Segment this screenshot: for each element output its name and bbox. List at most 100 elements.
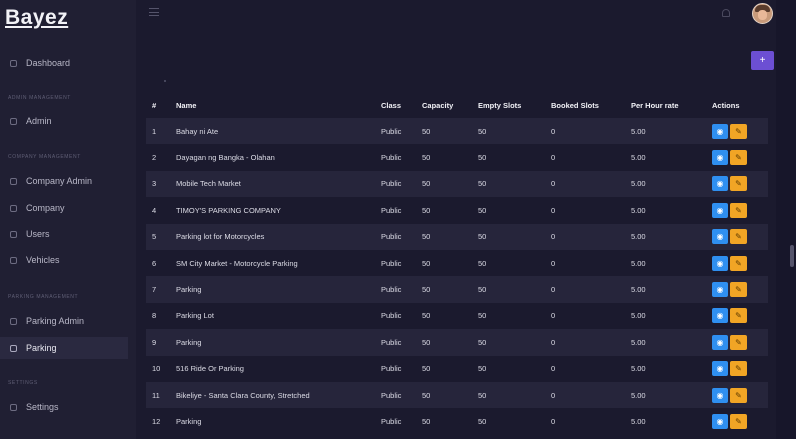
sidebar-item-admin[interactable]: Admin bbox=[0, 110, 128, 132]
eye-icon: ◉ bbox=[716, 285, 724, 295]
avatar-face bbox=[758, 10, 767, 20]
bell-icon[interactable] bbox=[722, 9, 730, 17]
sidebar-item-label: Company Admin bbox=[26, 176, 93, 186]
cell-capacity: 50 bbox=[422, 153, 431, 163]
user-avatar[interactable] bbox=[752, 3, 773, 24]
sidebar-item-settings[interactable]: Settings bbox=[0, 396, 128, 418]
pencil-icon: ✎ bbox=[735, 285, 742, 295]
cell-empty-slots: 50 bbox=[478, 337, 487, 347]
column-header-booked-slots[interactable]: Booked Slots bbox=[551, 101, 631, 110]
view-button[interactable]: ◉ bbox=[712, 202, 728, 218]
edit-button[interactable]: ✎ bbox=[730, 282, 747, 298]
cell-rate: 5.00 bbox=[631, 258, 646, 268]
cell-number: 3 bbox=[152, 179, 157, 189]
brand-logo[interactable]: Bayez bbox=[5, 6, 68, 30]
sidebar-item-label: Vehicles bbox=[26, 255, 60, 265]
table-row: 7 Parking Public 50 50 0 5.00 ◉ ✎ bbox=[146, 276, 768, 303]
cell-empty-slots: 50 bbox=[478, 126, 487, 136]
cell-empty-slots: 50 bbox=[478, 390, 487, 400]
cell-class: Public bbox=[381, 126, 402, 136]
edit-button[interactable]: ✎ bbox=[730, 361, 747, 377]
hamburger-icon[interactable] bbox=[149, 8, 159, 16]
cell-class: Public bbox=[381, 390, 402, 400]
view-button[interactable]: ◉ bbox=[712, 150, 728, 166]
pencil-icon: ✎ bbox=[735, 153, 742, 163]
pencil-icon: ✎ bbox=[735, 390, 742, 400]
cell-rate: 5.00 bbox=[631, 337, 646, 347]
cell-rate: 5.00 bbox=[631, 205, 646, 215]
scrollbar-track[interactable] bbox=[776, 0, 796, 439]
edit-button[interactable]: ✎ bbox=[730, 123, 747, 139]
cell-empty-slots: 50 bbox=[478, 258, 487, 268]
view-button[interactable]: ◉ bbox=[712, 229, 728, 245]
edit-button[interactable]: ✎ bbox=[730, 308, 747, 324]
edit-button[interactable]: ✎ bbox=[730, 229, 747, 245]
table-row: 10 516 Ride Or Parking Public 50 50 0 5.00 ◉ ✎ bbox=[146, 356, 768, 382]
edit-button[interactable]: ✎ bbox=[730, 255, 747, 271]
view-button[interactable]: ◉ bbox=[712, 176, 728, 192]
view-button[interactable]: ◉ bbox=[712, 255, 728, 271]
cell-actions: ◉ ✎ bbox=[712, 229, 768, 245]
cell-empty-slots: 50 bbox=[478, 311, 487, 321]
column-header-empty-slots[interactable]: Empty Slots bbox=[478, 101, 551, 110]
pencil-icon: ✎ bbox=[735, 205, 742, 215]
view-button[interactable]: ◉ bbox=[712, 387, 728, 403]
sidebar-item-company-admin[interactable]: Company Admin bbox=[0, 170, 128, 192]
column-header-capacity[interactable]: Capacity bbox=[422, 101, 478, 110]
table-row: 11 Bikeliye - Santa Clara County, Stretch… bbox=[146, 381, 768, 409]
column-header-class[interactable]: Class bbox=[381, 101, 422, 110]
view-button[interactable]: ◉ bbox=[712, 308, 728, 324]
sidebar-heading-company: Company Management bbox=[8, 154, 81, 160]
column-header-rate[interactable]: Per Hour rate bbox=[631, 101, 712, 110]
sidebar-heading-admin: Admin Management bbox=[8, 95, 71, 101]
scrollbar-thumb[interactable] bbox=[790, 245, 794, 267]
column-header-number[interactable]: # bbox=[146, 101, 176, 110]
view-button[interactable]: ◉ bbox=[712, 282, 728, 298]
pencil-icon: ✎ bbox=[735, 179, 742, 189]
sidebar-item-parking[interactable]: Parking bbox=[0, 337, 128, 359]
view-button[interactable]: ◉ bbox=[712, 361, 728, 377]
cell-class: Public bbox=[381, 285, 402, 295]
view-button[interactable]: ◉ bbox=[712, 413, 728, 429]
cell-empty-slots: 50 bbox=[478, 285, 487, 295]
cell-name: Bikeliye - Santa Clara County, Stretched bbox=[176, 390, 310, 400]
cell-rate: 5.00 bbox=[631, 311, 646, 321]
cell-name: Parking lot for Motorcycles bbox=[176, 232, 265, 242]
sidebar-item-parking-admin[interactable]: Parking Admin bbox=[0, 310, 128, 332]
sidebar-item-company[interactable]: Company bbox=[0, 197, 128, 219]
edit-button[interactable]: ✎ bbox=[730, 176, 747, 192]
add-parking-button[interactable]: + bbox=[751, 51, 774, 70]
column-header-name[interactable]: Name bbox=[176, 101, 381, 110]
cell-number: 2 bbox=[152, 153, 157, 163]
sidebar-item-users[interactable]: Users bbox=[0, 223, 128, 245]
cell-empty-slots: 50 bbox=[478, 179, 487, 189]
cell-actions: ◉ ✎ bbox=[712, 308, 768, 324]
eye-icon: ◉ bbox=[716, 311, 724, 321]
table-row: 2 Dayagan ng Bangka - Olahan Public 50 50 0 5.… bbox=[146, 144, 768, 170]
cell-name: Dayagan ng Bangka - Olahan bbox=[176, 153, 275, 163]
edit-button[interactable]: ✎ bbox=[730, 334, 747, 350]
cell-name: Parking bbox=[176, 416, 202, 426]
cell-capacity: 50 bbox=[422, 364, 431, 374]
table-row: 6 SM City Market - Motorcycle Parking Publ… bbox=[146, 250, 768, 276]
view-button[interactable]: ◉ bbox=[712, 334, 728, 350]
eye-icon: ◉ bbox=[716, 337, 724, 347]
eye-icon: ◉ bbox=[716, 126, 724, 136]
edit-button[interactable]: ✎ bbox=[730, 387, 747, 403]
eye-icon: ◉ bbox=[716, 258, 724, 268]
edit-button[interactable]: ✎ bbox=[730, 413, 747, 429]
cell-class: Public bbox=[381, 311, 402, 321]
cell-actions: ◉ ✎ bbox=[712, 361, 768, 377]
cell-capacity: 50 bbox=[422, 311, 431, 321]
cell-class: Public bbox=[381, 364, 402, 374]
cell-empty-slots: 50 bbox=[478, 416, 487, 426]
edit-button[interactable]: ✎ bbox=[730, 202, 747, 218]
sidebar-item-dashboard[interactable]: Dashboard bbox=[0, 52, 128, 74]
cell-capacity: 50 bbox=[422, 337, 431, 347]
view-button[interactable]: ◉ bbox=[712, 123, 728, 139]
cell-number: 5 bbox=[152, 232, 157, 242]
edit-button[interactable]: ✎ bbox=[730, 150, 747, 166]
cell-number: 4 bbox=[152, 205, 157, 215]
sidebar-item-vehicles[interactable]: Vehicles bbox=[0, 249, 128, 271]
cell-capacity: 50 bbox=[422, 232, 431, 242]
